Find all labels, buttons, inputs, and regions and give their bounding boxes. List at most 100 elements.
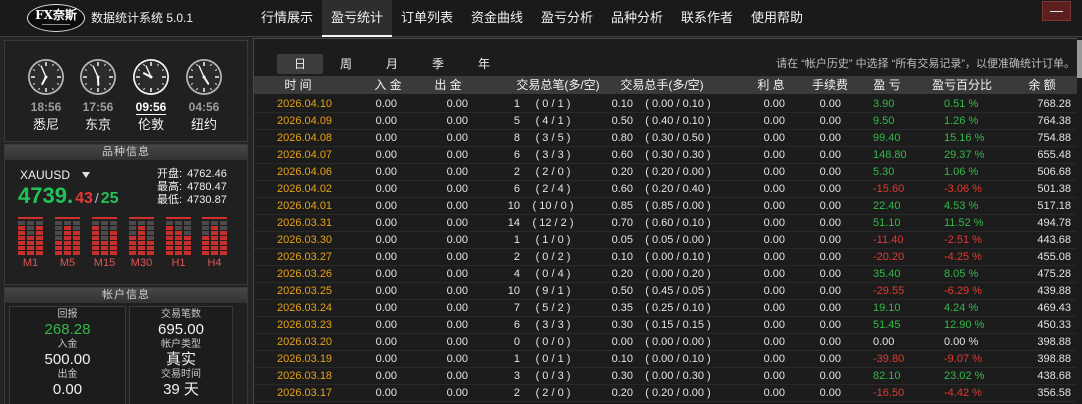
meter-segment <box>147 231 154 235</box>
table-row[interactable]: 2026.03.18 0.00 0.00 3 ( 0 / 3 ) 0.30 ( 0.00 /… <box>254 368 1077 385</box>
cell-balance: 438.68 <box>1037 370 1071 382</box>
cell-lots: 0.10 <box>611 251 633 263</box>
column-header-withdrawal[interactable]: 出 金 <box>418 76 478 94</box>
column-header-profit-pct[interactable]: 盈亏百分比 <box>922 76 1002 94</box>
meter-segment <box>92 221 99 225</box>
clock-tokyo[interactable]: 17:56 东京 <box>72 58 124 132</box>
table-row[interactable]: 2026.04.08 0.00 0.00 8 ( 3 / 5 ) 0.80 ( 0.30 /… <box>254 130 1077 147</box>
cell-profit: -29.55 <box>873 285 905 297</box>
timeframe-label-h1[interactable]: H1 <box>164 257 194 270</box>
timeframe-label-m15[interactable]: M15 <box>90 257 120 270</box>
symbol-selector[interactable]: XAUUSD <box>20 168 90 182</box>
minimize-button[interactable]: — <box>1042 1 1071 21</box>
nav-tab-symbol-analysis[interactable]: 品种分析 <box>602 0 672 37</box>
meter-segment <box>129 251 136 255</box>
column-header-deposit[interactable]: 入 金 <box>358 76 418 94</box>
nav-tab-market[interactable]: 行情展示 <box>252 0 322 37</box>
cell-trade-count: 1 <box>513 98 520 110</box>
account-stat-label: 回报 <box>57 309 78 320</box>
cell-fee: 0.00 <box>819 132 841 144</box>
caret-down-icon[interactable] <box>82 172 90 178</box>
cell-fee: 0.00 <box>819 166 841 178</box>
table-row[interactable]: 2026.04.06 0.00 0.00 2 ( 2 / 0 ) 0.20 ( 0.20 /… <box>254 164 1077 181</box>
meter-segment <box>64 226 71 230</box>
period-tab-day[interactable]: 日 <box>277 54 323 74</box>
nav-tab-help[interactable]: 使用帮助 <box>742 0 812 37</box>
timeframe-label-h4[interactable]: H4 <box>200 257 230 270</box>
meter-column <box>36 221 43 256</box>
table-row[interactable]: 2026.03.19 0.00 0.00 1 ( 0 / 1 ) 0.10 ( 0.00 /… <box>254 351 1077 368</box>
meter-segment <box>36 241 43 245</box>
column-header-lots[interactable]: 交易总手(多/空) <box>607 76 717 94</box>
meter-segment <box>18 236 25 240</box>
table-row[interactable]: 2026.03.24 0.00 0.00 7 ( 5 / 2 ) 0.35 ( 0.25 /… <box>254 300 1077 317</box>
cell-lots: 0.80 <box>611 132 633 144</box>
cell-date: 2026.03.18 <box>277 370 333 382</box>
cell-withdrawal: 0.00 <box>446 268 468 280</box>
nav-tab-profit-analysis[interactable]: 盈亏分析 <box>532 0 602 37</box>
nav-tab-contact-author[interactable]: 联系作者 <box>672 0 742 37</box>
cell-trade-split: ( 3 / 3 ) <box>535 319 571 331</box>
cell-date: 2026.04.01 <box>277 200 333 212</box>
account-stat-value: 真实 <box>165 351 196 368</box>
timeframe-label-m5[interactable]: M5 <box>53 257 83 270</box>
meter-column <box>184 221 191 256</box>
column-header-time[interactable]: 时 间 <box>268 76 328 94</box>
title-bar: FX奈斯 数据统计系统 5.0.1 行情展示 盈亏统计 订单列表 资金曲线 盈亏分析 品种… <box>0 0 1082 37</box>
meter-segment <box>110 251 117 255</box>
meter-column <box>138 221 145 256</box>
cell-interest: 0.00 <box>763 132 785 144</box>
clock-sydney[interactable]: 18:56 悉尼 <box>20 58 72 132</box>
column-header-interest[interactable]: 利 息 <box>741 76 801 94</box>
table-row[interactable]: 2026.03.31 0.00 0.00 14 ( 12 / 2 ) 0.70 ( 0.60… <box>254 215 1077 232</box>
price-pips: 43 <box>75 190 93 207</box>
table-row[interactable]: 2026.04.01 0.00 0.00 10 ( 10 / 0 ) 0.85 ( 0.85… <box>254 198 1077 215</box>
low-value: 4730.87 <box>187 194 227 206</box>
scrollbar-thumb[interactable] <box>1077 40 1082 78</box>
nav-tab-profit-stats[interactable]: 盈亏统计 <box>322 0 392 37</box>
timeframe-label-m30[interactable]: M30 <box>127 257 157 270</box>
column-header-profit[interactable]: 盈 亏 <box>857 76 917 94</box>
column-header-trade-count[interactable]: 交易总笔(多/空) <box>503 76 613 94</box>
meter-segment <box>175 231 182 235</box>
table-row[interactable]: 2026.03.17 0.00 0.00 2 ( 2 / 0 ) 0.20 ( 0.20 /… <box>254 385 1077 402</box>
table-row[interactable]: 2026.03.20 0.00 0.00 0 ( 0 / 0 ) 0.00 ( 0.00 /… <box>254 334 1077 351</box>
table-row[interactable]: 2026.04.10 0.00 0.00 1 ( 0 / 1 ) 0.10 ( 0.00 /… <box>254 96 1077 113</box>
nav-tab-equity-curve[interactable]: 资金曲线 <box>462 0 532 37</box>
meter-segment <box>129 221 136 225</box>
cell-date: 2026.03.24 <box>277 302 333 314</box>
meter-segment <box>73 246 80 250</box>
period-tab-year[interactable]: 年 <box>461 54 507 74</box>
table-row[interactable]: 2026.03.26 0.00 0.00 4 ( 0 / 4 ) 0.20 ( 0.00 /… <box>254 266 1077 283</box>
table-row[interactable]: 2026.03.27 0.00 0.00 2 ( 0 / 2 ) 0.10 ( 0.00 /… <box>254 249 1077 266</box>
meter-segment <box>175 226 182 230</box>
table-row[interactable]: 2026.04.07 0.00 0.00 6 ( 3 / 3 ) 0.60 ( 0.30 /… <box>254 147 1077 164</box>
period-tab-quarter[interactable]: 季 <box>415 54 461 74</box>
table-row[interactable]: 2026.04.02 0.00 0.00 6 ( 2 / 4 ) 0.60 ( 0.20 /… <box>254 181 1077 198</box>
period-tab-month[interactable]: 月 <box>369 54 415 74</box>
table-row[interactable]: 2026.03.30 0.00 0.00 1 ( 1 / 0 ) 0.05 ( 0.05 /… <box>254 232 1077 249</box>
timeframe-label-m1[interactable]: M1 <box>16 257 46 270</box>
table-row[interactable]: 2026.03.23 0.00 0.00 6 ( 3 / 3 ) 0.30 ( 0.15 /… <box>254 317 1077 334</box>
period-tab-week[interactable]: 周 <box>323 54 369 74</box>
table-row[interactable]: 2026.04.09 0.00 0.00 5 ( 4 / 1 ) 0.50 ( 0.40 /… <box>254 113 1077 130</box>
clock-new-york[interactable]: 04:56 纽约 <box>178 58 230 132</box>
meter-segment <box>138 246 145 250</box>
table-row[interactable]: 2026.03.25 0.00 0.00 10 ( 9 / 1 ) 0.50 ( 0.45 … <box>254 283 1077 300</box>
column-header-fee[interactable]: 手续费 <box>800 76 860 94</box>
logo-text: FX奈斯 <box>35 8 77 22</box>
meter-segment <box>202 241 209 245</box>
clock-london[interactable]: 09:56 伦敦 <box>125 58 177 132</box>
nav-tab-orders[interactable]: 订单列表 <box>392 0 462 37</box>
cell-fee: 0.00 <box>819 234 841 246</box>
cell-lots-split: ( 0.00 / 0.30 ) <box>645 370 711 382</box>
vertical-scrollbar[interactable] <box>1077 38 1082 404</box>
cell-withdrawal: 0.00 <box>446 302 468 314</box>
cell-balance: 455.08 <box>1037 251 1071 263</box>
cell-interest: 0.00 <box>763 285 785 297</box>
column-header-balance[interactable]: 余 额 <box>1012 76 1072 94</box>
meter-segment <box>220 226 227 230</box>
cell-lots-split: ( 0.05 / 0.00 ) <box>645 234 711 246</box>
cell-fee: 0.00 <box>819 285 841 297</box>
cell-balance: 517.18 <box>1037 200 1071 212</box>
